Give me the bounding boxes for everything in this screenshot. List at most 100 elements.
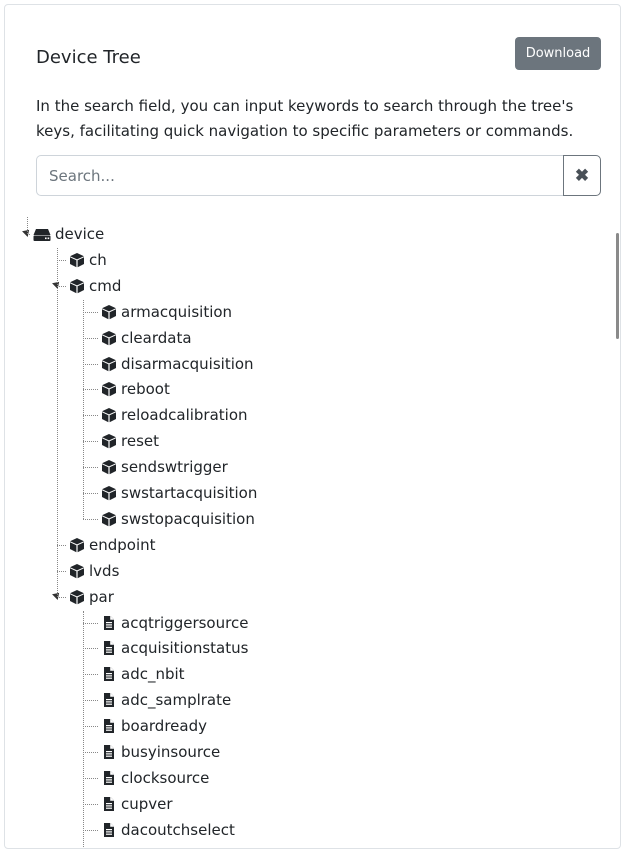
cube-icon bbox=[101, 304, 117, 320]
tree-connector bbox=[83, 389, 98, 390]
tree-node-label: lvds bbox=[89, 562, 119, 580]
tree-node[interactable]: reset bbox=[101, 429, 159, 453]
cube-icon bbox=[101, 511, 117, 527]
tree-node[interactable]: endpoint bbox=[69, 533, 156, 557]
tree-node-label: busyinsource bbox=[121, 743, 220, 761]
tree-node-label: armacquisition bbox=[121, 303, 232, 321]
tree-node-label: acqtriggersource bbox=[121, 614, 248, 632]
drive-icon bbox=[33, 226, 51, 242]
tree-node-label: adc_samplrate bbox=[121, 691, 231, 709]
tree-node[interactable]: acquisitionstatus bbox=[101, 636, 248, 660]
tree-node-label: cleardata bbox=[121, 329, 192, 347]
panel-description: In the search field, you can input keywo… bbox=[36, 94, 596, 144]
search-group: ✖ bbox=[36, 155, 601, 196]
cube-icon bbox=[101, 330, 117, 346]
tree-node-label: ch bbox=[89, 251, 107, 269]
tree-node-label: reset bbox=[121, 432, 159, 450]
tree-node-label: endpoint bbox=[89, 536, 156, 554]
tree-node[interactable]: armacquisition bbox=[101, 300, 232, 324]
file-icon bbox=[101, 666, 117, 682]
tree-node[interactable]: adc_nbit bbox=[101, 662, 185, 686]
tree-node[interactable]: boardready bbox=[101, 714, 207, 738]
tree-node[interactable]: swstopacquisition bbox=[101, 507, 255, 531]
cube-icon bbox=[101, 459, 117, 475]
scrollbar-thumb[interactable] bbox=[616, 233, 619, 339]
file-icon bbox=[101, 822, 117, 838]
cube-icon bbox=[69, 252, 85, 268]
tree-node[interactable]: par bbox=[69, 585, 114, 609]
tree-node[interactable]: ch bbox=[69, 248, 107, 272]
tree-node[interactable]: swstartacquisition bbox=[101, 481, 257, 505]
search-input[interactable] bbox=[36, 155, 563, 196]
cube-icon bbox=[69, 563, 85, 579]
tree-node-label: device bbox=[55, 225, 104, 243]
tree-node-label: cupver bbox=[121, 795, 173, 813]
tree-guide-line bbox=[83, 611, 84, 849]
cube-icon bbox=[69, 537, 85, 553]
tree-node[interactable]: cupver bbox=[101, 792, 173, 816]
tree-connector bbox=[83, 493, 98, 494]
clear-search-button[interactable]: ✖ bbox=[563, 155, 601, 196]
cube-icon bbox=[69, 278, 85, 294]
tree-node[interactable]: dacoutchselect bbox=[101, 818, 235, 842]
tree-connector bbox=[83, 519, 98, 520]
download-button[interactable]: Download bbox=[515, 37, 601, 70]
device-tree: device ch cmdarmacquisition cleardata disarm… bbox=[19, 217, 599, 847]
tree-connector bbox=[83, 467, 98, 468]
tree-connector bbox=[83, 312, 98, 313]
tree-connector bbox=[83, 364, 98, 365]
tree-connector bbox=[83, 674, 98, 675]
tree-node[interactable]: lvds bbox=[69, 559, 119, 583]
file-icon bbox=[101, 796, 117, 812]
tree-node[interactable]: acqtriggersource bbox=[101, 611, 248, 635]
tree-connector bbox=[83, 415, 98, 416]
tree-node-label: disarmacquisition bbox=[121, 355, 254, 373]
tree-guide-line bbox=[27, 217, 28, 234]
tree-node-label: acquisitionstatus bbox=[121, 639, 248, 657]
file-icon bbox=[101, 615, 117, 631]
tree-guide-line bbox=[57, 248, 58, 597]
tree-node-label: sendswtrigger bbox=[121, 458, 228, 476]
tree-connector bbox=[57, 260, 66, 261]
tree-node-label: dacoutchselect bbox=[121, 821, 235, 839]
tree-node[interactable]: clocksource bbox=[101, 766, 209, 790]
tree-node[interactable]: reboot bbox=[101, 377, 170, 401]
panel-title: Device Tree bbox=[36, 47, 141, 69]
tree-connector bbox=[83, 804, 98, 805]
tree-node[interactable]: adc_samplrate bbox=[101, 688, 231, 712]
tree-connector bbox=[83, 648, 98, 649]
close-icon: ✖ bbox=[575, 166, 589, 186]
tree-root-node[interactable]: device bbox=[33, 222, 104, 246]
tree-node-label: swstopacquisition bbox=[121, 510, 255, 528]
tree-node[interactable]: disarmacquisition bbox=[101, 352, 254, 376]
tree-node-label: cmd bbox=[89, 277, 121, 295]
cube-icon bbox=[101, 407, 117, 423]
tree-node[interactable]: cleardata bbox=[101, 326, 192, 350]
cube-icon bbox=[101, 485, 117, 501]
file-icon bbox=[101, 770, 117, 786]
tree-guide-line bbox=[83, 300, 84, 519]
tree-node-label: clocksource bbox=[121, 769, 209, 787]
tree-node-label: swstartacquisition bbox=[121, 484, 257, 502]
file-icon bbox=[101, 744, 117, 760]
tree-connector bbox=[83, 441, 98, 442]
cube-icon bbox=[69, 589, 85, 605]
cube-icon bbox=[101, 381, 117, 397]
tree-node[interactable]: busyinsource bbox=[101, 740, 220, 764]
tree-connector bbox=[57, 571, 66, 572]
cube-icon bbox=[101, 356, 117, 372]
tree-connector bbox=[83, 830, 98, 831]
tree-node-label: adc_nbit bbox=[121, 665, 185, 683]
tree-node[interactable]: reloadcalibration bbox=[101, 403, 248, 427]
device-tree-card: Device Tree Download In the search field… bbox=[4, 4, 621, 849]
tree-connector bbox=[83, 623, 98, 624]
tree-node[interactable]: cmd bbox=[69, 274, 121, 298]
tree-node-label: boardready bbox=[121, 717, 207, 735]
tree-connector bbox=[83, 700, 98, 701]
tree-node[interactable]: sendswtrigger bbox=[101, 455, 228, 479]
tree-connector bbox=[83, 338, 98, 339]
tree-node-label: reloadcalibration bbox=[121, 406, 248, 424]
tree-connector bbox=[57, 545, 66, 546]
file-icon bbox=[101, 640, 117, 656]
tree-connector bbox=[83, 752, 98, 753]
